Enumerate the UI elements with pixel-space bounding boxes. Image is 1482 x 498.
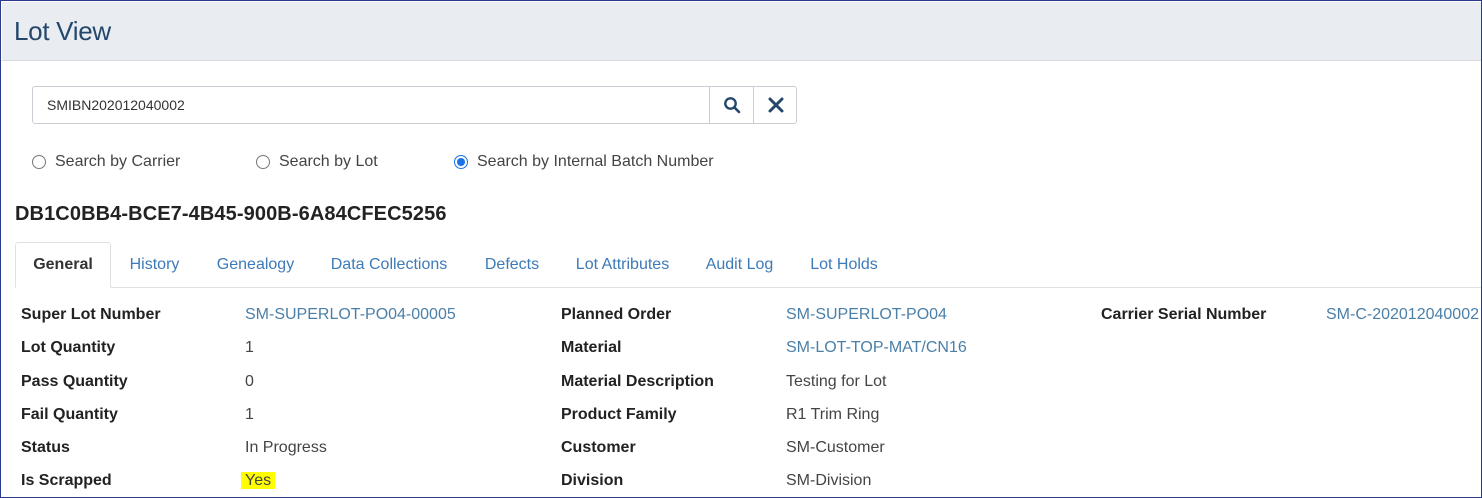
- radio-label: Search by Carrier: [55, 153, 181, 170]
- radio-search-by-carrier[interactable]: Search by Carrier: [32, 153, 180, 171]
- page-title: Lot View: [14, 16, 111, 46]
- label-pass-quantity: Pass Quantity: [21, 373, 128, 390]
- highlighted-value: Yes: [241, 472, 276, 489]
- tab-lot-holds[interactable]: Lot Holds: [798, 242, 890, 288]
- value-pass-quantity: 0: [245, 373, 254, 390]
- search-icon: [723, 97, 740, 114]
- tab-audit-log[interactable]: Audit Log: [694, 242, 785, 288]
- radio-button[interactable]: [32, 155, 46, 169]
- radio-button-checked[interactable]: [454, 155, 468, 169]
- value-product-family: R1 Trim Ring: [786, 406, 880, 423]
- value-customer: SM-Customer: [786, 439, 885, 456]
- value-planned-order[interactable]: SM-SUPERLOT-PO04: [786, 306, 947, 324]
- tab-genealogy[interactable]: Genealogy: [205, 242, 306, 288]
- tab-defects[interactable]: Defects: [473, 242, 551, 288]
- lot-view-window: Lot View Search by Carrier Search by Lot: [0, 0, 1482, 498]
- close-icon: [768, 97, 783, 113]
- value-material[interactable]: SM-LOT-TOP-MAT/CN16: [786, 339, 967, 357]
- label-status: Status: [21, 439, 70, 456]
- label-super-lot-number: Super Lot Number: [21, 306, 161, 323]
- label-material: Material: [561, 339, 622, 356]
- value-carrier-serial-number[interactable]: SM-C-202012040002: [1326, 306, 1479, 324]
- tab-history[interactable]: History: [117, 242, 192, 288]
- label-product-family: Product Family: [561, 406, 677, 423]
- radio-search-by-lot[interactable]: Search by Lot: [256, 153, 378, 171]
- label-material-description: Material Description: [561, 373, 714, 390]
- label-planned-order: Planned Order: [561, 306, 672, 323]
- value-status: In Progress: [245, 439, 327, 456]
- value-lot-quantity: 1: [245, 339, 254, 356]
- value-division: SM-Division: [786, 472, 872, 489]
- search-input[interactable]: [33, 87, 709, 123]
- radio-button[interactable]: [256, 155, 270, 169]
- clear-button[interactable]: [753, 87, 797, 123]
- label-customer: Customer: [561, 439, 636, 456]
- lot-id-heading: DB1C0BB4-BCE7-4B45-900B-6A84CFEC5256: [15, 203, 447, 225]
- search-box: [32, 86, 797, 124]
- radio-label: Search by Internal Batch Number: [477, 153, 714, 170]
- value-material-description: Testing for Lot: [786, 373, 887, 390]
- tab-data-collections[interactable]: Data Collections: [319, 242, 459, 288]
- label-lot-quantity: Lot Quantity: [21, 339, 116, 356]
- page-header: Lot View: [2, 2, 1481, 61]
- value-fail-quantity: 1: [245, 406, 254, 423]
- search-button[interactable]: [709, 87, 753, 123]
- label-division: Division: [561, 472, 624, 489]
- label-is-scrapped: Is Scrapped: [21, 472, 112, 489]
- tab-lot-attributes[interactable]: Lot Attributes: [564, 242, 681, 288]
- label-fail-quantity: Fail Quantity: [21, 406, 118, 423]
- label-carrier-serial-number: Carrier Serial Number: [1101, 306, 1267, 323]
- value-is-scrapped: Yes: [241, 472, 276, 490]
- radio-label: Search by Lot: [279, 153, 378, 170]
- radio-search-by-internal-batch-number[interactable]: Search by Internal Batch Number: [454, 153, 714, 171]
- tab-general[interactable]: General: [15, 242, 111, 288]
- value-super-lot-number[interactable]: SM-SUPERLOT-PO04-00005: [245, 306, 456, 324]
